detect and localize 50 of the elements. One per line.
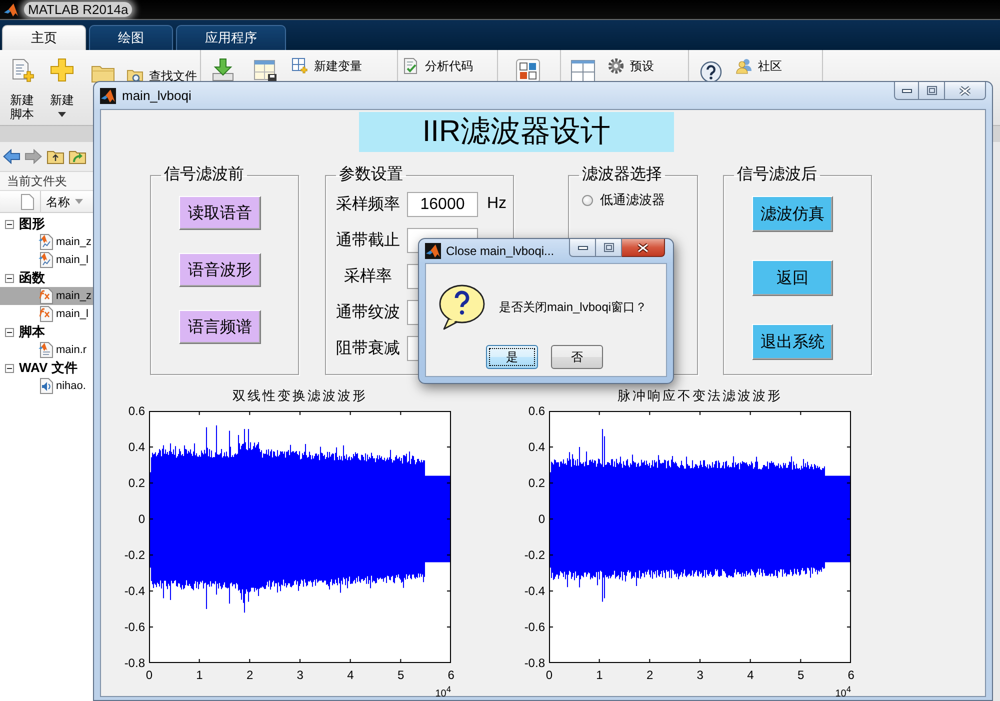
axis-exponent: 10$^{4}$ xyxy=(835,684,851,700)
panel-title: 信号滤波后 xyxy=(736,166,818,184)
x-tick-label: 6 xyxy=(848,668,854,682)
y-tick-label: 0.6 xyxy=(528,404,545,418)
field-label: 采样率 xyxy=(343,266,393,286)
window-title: MATLAB R2014a xyxy=(24,2,132,17)
x-tick-label: 4 xyxy=(347,668,354,682)
window-title: main_lvboqi xyxy=(122,88,192,104)
dialog-title: Close main_lvboqi... xyxy=(446,243,554,259)
unit-label: Hz xyxy=(487,195,507,213)
x-tick-label: 0 xyxy=(546,668,552,682)
panel-title: 参数设置 xyxy=(338,166,404,184)
y-tick-label: -0.8 xyxy=(524,656,545,670)
x-tick-label: 6 xyxy=(448,668,454,682)
panel-title: 滤波器选择 xyxy=(581,166,663,184)
axis-exponent: 10$^{4}$ xyxy=(435,684,451,700)
chart-title: 脉冲响应不变法滤波波形 xyxy=(616,388,784,404)
x-tick-label: 3 xyxy=(696,668,704,682)
y-tick-label: -0.8 xyxy=(124,656,145,670)
y-tick-label: -0.4 xyxy=(524,584,545,598)
field-label: 通带纹波 xyxy=(335,302,401,322)
x-tick-label: 2 xyxy=(646,668,654,682)
y-tick-label: 0.2 xyxy=(528,476,545,490)
x-tick-label: 1 xyxy=(596,668,603,682)
panel-title: 信号滤波前 xyxy=(163,166,245,184)
y-tick-label: 0.4 xyxy=(528,440,545,454)
x-tick-label: 3 xyxy=(296,668,304,682)
field-label: 阻带衰减 xyxy=(335,338,401,358)
x-tick-label: 5 xyxy=(397,668,404,682)
y-tick-label: -0.4 xyxy=(124,584,145,598)
x-tick-label: 2 xyxy=(246,668,254,682)
y-tick-label: 0.2 xyxy=(128,476,145,490)
x-tick-label: 0 xyxy=(146,668,152,682)
y-tick-label: -0.6 xyxy=(524,620,545,634)
x-tick-label: 4 xyxy=(747,668,754,682)
y-tick-label: 0.6 xyxy=(128,404,145,418)
panel-title: 当前文件夹 xyxy=(0,172,93,191)
heading: IIR滤波器设计 xyxy=(359,112,674,152)
dialog-message: 是否关闭main_lvboqi窗口？ xyxy=(499,300,648,314)
y-tick-label: -0.2 xyxy=(524,548,545,562)
x-tick-label: 1 xyxy=(196,668,203,682)
chart-title: 双线性变换滤波波形 xyxy=(232,388,368,404)
y-tick-label: 0 xyxy=(538,512,545,526)
y-tick-label: -0.2 xyxy=(124,548,145,562)
field-label: 采样频率 xyxy=(335,194,401,214)
x-tick-label: 5 xyxy=(797,668,804,682)
field-label: 通带截止 xyxy=(335,230,401,250)
y-tick-label: -0.6 xyxy=(124,620,145,634)
y-tick-label: 0 xyxy=(138,512,145,526)
y-tick-label: 0.4 xyxy=(128,440,145,454)
